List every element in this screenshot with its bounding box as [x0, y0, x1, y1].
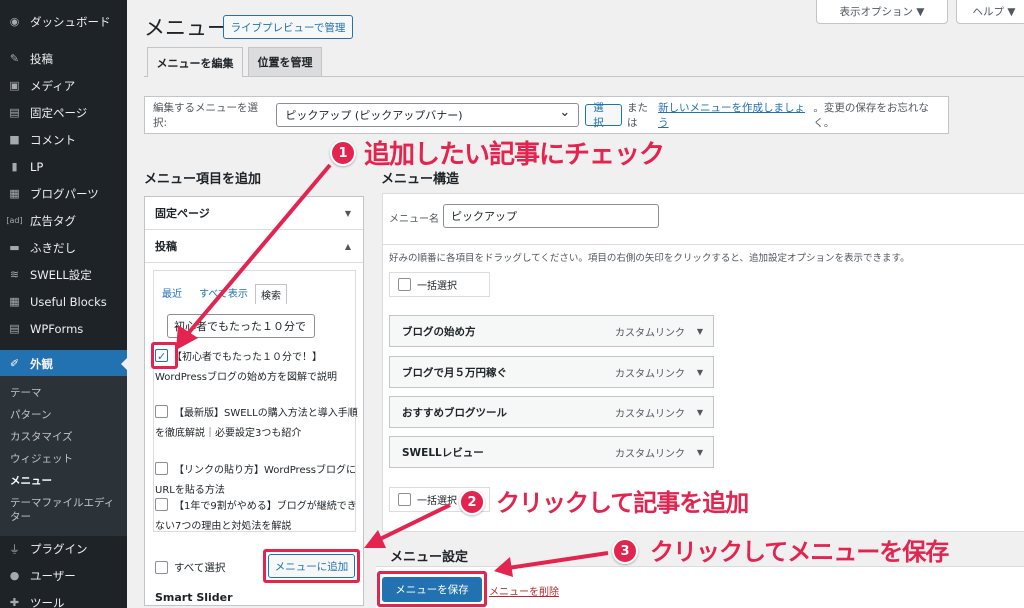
annotation-badge-1: 1 [330, 140, 356, 166]
annotation-text-3: クリックしてメニューを保存 [650, 538, 949, 566]
annotation-badge-3: 3 [612, 538, 638, 564]
tab-edit-menus[interactable]: メニューを編集 [147, 47, 243, 77]
arrow-1-line [184, 163, 332, 338]
arrow-3-head [494, 557, 513, 577]
annotation-text-2: クリックして記事を追加 [496, 489, 749, 517]
arrow-3-line [507, 551, 609, 570]
annotation-badge-2: 2 [459, 489, 485, 515]
annotation-text-1: 追加したい記事にチェック [364, 140, 665, 170]
arrow-2-line [377, 503, 451, 542]
